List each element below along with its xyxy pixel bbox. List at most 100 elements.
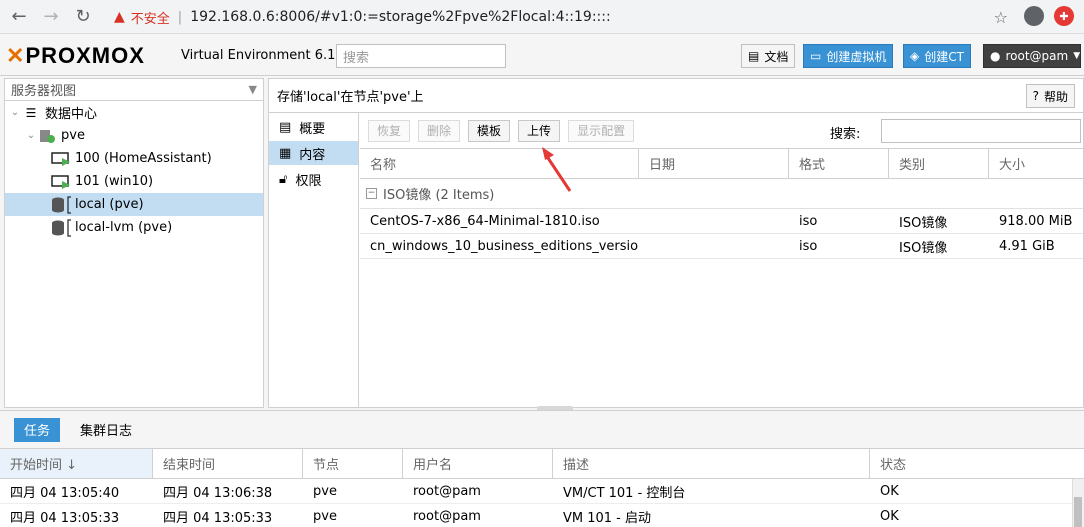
- user-menu-button[interactable]: ● root@pam ▼: [983, 44, 1081, 68]
- column-header-node[interactable]: 节点: [303, 449, 403, 478]
- proxmox-logo: ✕PROXMOX: [6, 43, 145, 68]
- storage-icon: [51, 218, 71, 237]
- storage-icon: [51, 195, 71, 214]
- tree-item-storage-local[interactable]: local (pve): [5, 193, 263, 216]
- column-header-size[interactable]: 大小: [989, 149, 1083, 178]
- help-button[interactable]: ? 帮助: [1025, 84, 1075, 108]
- cell-format: iso: [799, 238, 818, 254]
- cell-size: 918.00 MiB: [999, 213, 1073, 229]
- cell-name: cn_windows_10_business_editions_versio..…: [370, 238, 639, 254]
- book-icon: ▤: [748, 49, 760, 63]
- address-bar[interactable]: ▲ 不安全 | 192.168.0.6:8006/#v1:0:=storage%…: [108, 4, 1018, 30]
- subnav-permissions[interactable]: 🔓︎ 权限: [269, 167, 358, 191]
- task-log-panel: 任务 集群日志 开始时间 ↓ 结束时间 节点 用户名 描述 状态 四月 04 1…: [0, 410, 1084, 527]
- vm-running-icon: [51, 174, 71, 190]
- task-grid-header: 开始时间 ↓ 结束时间 节点 用户名 描述 状态: [0, 449, 1084, 479]
- cell-size: 4.91 GiB: [999, 238, 1055, 254]
- chevron-down-icon: ▼: [248, 83, 257, 96]
- content-toolbar: 恢复 删除 模板 上传 显示配置 搜索:: [360, 113, 1083, 149]
- bookmark-star-icon[interactable]: ☆: [994, 8, 1008, 27]
- template-button[interactable]: 模板: [468, 119, 511, 142]
- profile-icon[interactable]: [1024, 6, 1044, 26]
- warning-icon: ▲: [114, 9, 125, 25]
- cell-date: [639, 234, 789, 258]
- delete-button[interactable]: 删除: [418, 119, 461, 142]
- table-row[interactable]: cn_windows_10_business_editions_versio..…: [360, 234, 1083, 259]
- address-separator: |: [177, 9, 183, 25]
- table-row[interactable]: 四月 04 13:05:33 四月 04 13:05:33 pve root@p…: [0, 504, 1084, 527]
- unlock-icon: 🔓︎: [279, 171, 288, 187]
- reload-icon[interactable]: ↻: [70, 4, 96, 30]
- app-header: ✕PROXMOX Virtual Environment 6.1-7 搜索 ▤ 文…: [0, 34, 1084, 76]
- back-icon[interactable]: ←: [6, 4, 32, 30]
- column-header-date[interactable]: 日期: [639, 149, 789, 178]
- collapse-icon[interactable]: ⌄: [9, 107, 21, 118]
- question-icon: ?: [1032, 89, 1039, 103]
- version-label: Virtual Environment 6.1-7: [181, 48, 349, 63]
- cell-date: [639, 209, 789, 233]
- create-ct-button[interactable]: ◈ 创建CT: [903, 44, 971, 68]
- search-label: 搜索:: [830, 127, 861, 142]
- insecure-label: 不安全: [130, 11, 170, 27]
- docs-button[interactable]: ▤ 文档: [741, 44, 796, 68]
- cube-icon: ◈: [910, 49, 920, 63]
- cell-node: pve: [313, 508, 337, 524]
- subnav-content[interactable]: ▦ 内容: [269, 141, 358, 165]
- show-config-button[interactable]: 显示配置: [568, 119, 635, 142]
- tree-item-vm-100[interactable]: 100 (HomeAssistant): [5, 147, 263, 170]
- forward-icon[interactable]: →: [38, 4, 64, 30]
- group-row-iso[interactable]: − ISO镜像 (2 Items): [360, 179, 1083, 209]
- task-scrollbar[interactable]: [1072, 479, 1084, 527]
- user-icon: ●: [990, 49, 1001, 63]
- upload-button[interactable]: 上传: [518, 119, 561, 142]
- cell-description: VM 101 - 启动: [563, 510, 652, 526]
- cell-format: iso: [799, 213, 818, 229]
- url-text: 192.168.0.6:8006/#v1:0:=storage%2Fpve%2F…: [190, 9, 611, 25]
- create-vm-button[interactable]: ▭ 创建虚拟机: [803, 44, 894, 68]
- column-header-start-time[interactable]: 开始时间 ↓: [0, 449, 153, 478]
- storage-content-panel: 存储'local'在节点'pve'上 ? 帮助 ▤ 概要 ▦ 内容 🔓︎ 权限 恢复 删…: [268, 78, 1084, 408]
- monitor-icon: ▭: [810, 49, 822, 63]
- page-title: 存储'local'在节点'pve'上: [277, 90, 424, 105]
- table-row[interactable]: 四月 04 13:05:40 四月 04 13:06:38 pve root@p…: [0, 479, 1084, 504]
- column-header-description[interactable]: 描述: [553, 449, 870, 478]
- tab-tasks[interactable]: 任务: [14, 417, 61, 442]
- cell-end-time: 四月 04 13:06:38: [163, 485, 273, 501]
- browser-toolbar: ← → ↻ ▲ 不安全 | 192.168.0.6:8006/#v1:0:=st…: [0, 0, 1084, 34]
- content-search-input[interactable]: [881, 119, 1081, 143]
- bottom-tabs: 任务 集群日志: [0, 411, 1084, 449]
- column-header-status[interactable]: 状态: [870, 449, 1084, 478]
- header-search-input[interactable]: 搜索: [336, 44, 506, 68]
- tree-item-vm-101[interactable]: 101 (win10): [5, 170, 263, 193]
- resource-tree-panel: 服务器视图 ▼ ⌄ ☰ 数据中心 ⌄ pve 100 (HomeAssistan…: [4, 78, 264, 408]
- scrollbar-thumb[interactable]: [1074, 497, 1082, 527]
- tree-item-datacenter[interactable]: ⌄ ☰ 数据中心: [5, 101, 263, 124]
- table-row[interactable]: CentOS-7-x86_64-Minimal-1810.iso iso ISO…: [360, 209, 1083, 234]
- subnav-summary[interactable]: ▤ 概要: [269, 115, 358, 139]
- collapse-icon[interactable]: −: [366, 188, 377, 199]
- chevron-down-icon: ▼: [1073, 51, 1081, 61]
- extension-icon[interactable]: ✚: [1054, 6, 1074, 26]
- storage-subnav: ▤ 概要 ▦ 内容 🔓︎ 权限: [269, 113, 359, 407]
- tab-cluster-log[interactable]: 集群日志: [70, 418, 142, 442]
- collapse-icon[interactable]: ⌄: [25, 130, 37, 141]
- content-grid-header: 名称 日期 格式 类别 大小: [360, 149, 1083, 179]
- cell-user: root@pam: [413, 508, 481, 524]
- panel-title-bar: 存储'local'在节点'pve'上 ? 帮助: [269, 79, 1083, 113]
- view-selector[interactable]: 服务器视图 ▼: [5, 79, 263, 101]
- column-header-format[interactable]: 格式: [789, 149, 889, 178]
- cell-end-time: 四月 04 13:05:33: [163, 510, 273, 526]
- restore-button[interactable]: 恢复: [368, 119, 411, 142]
- tree-item-node-pve[interactable]: ⌄ pve: [5, 124, 263, 147]
- column-header-user[interactable]: 用户名: [403, 449, 553, 478]
- column-header-name[interactable]: 名称: [360, 149, 639, 178]
- server-stack-icon: ☰: [25, 105, 37, 120]
- tree-item-storage-local-lvm[interactable]: local-lvm (pve): [5, 216, 263, 239]
- column-header-end-time[interactable]: 结束时间: [153, 449, 303, 478]
- cell-start-time: 四月 04 13:05:33: [10, 510, 120, 526]
- column-header-type[interactable]: 类别: [889, 149, 989, 178]
- book-icon: ▤: [279, 119, 292, 135]
- node-icon: [37, 128, 57, 144]
- grid-icon: ▦: [279, 145, 292, 161]
- cell-type: ISO镜像: [899, 240, 948, 256]
